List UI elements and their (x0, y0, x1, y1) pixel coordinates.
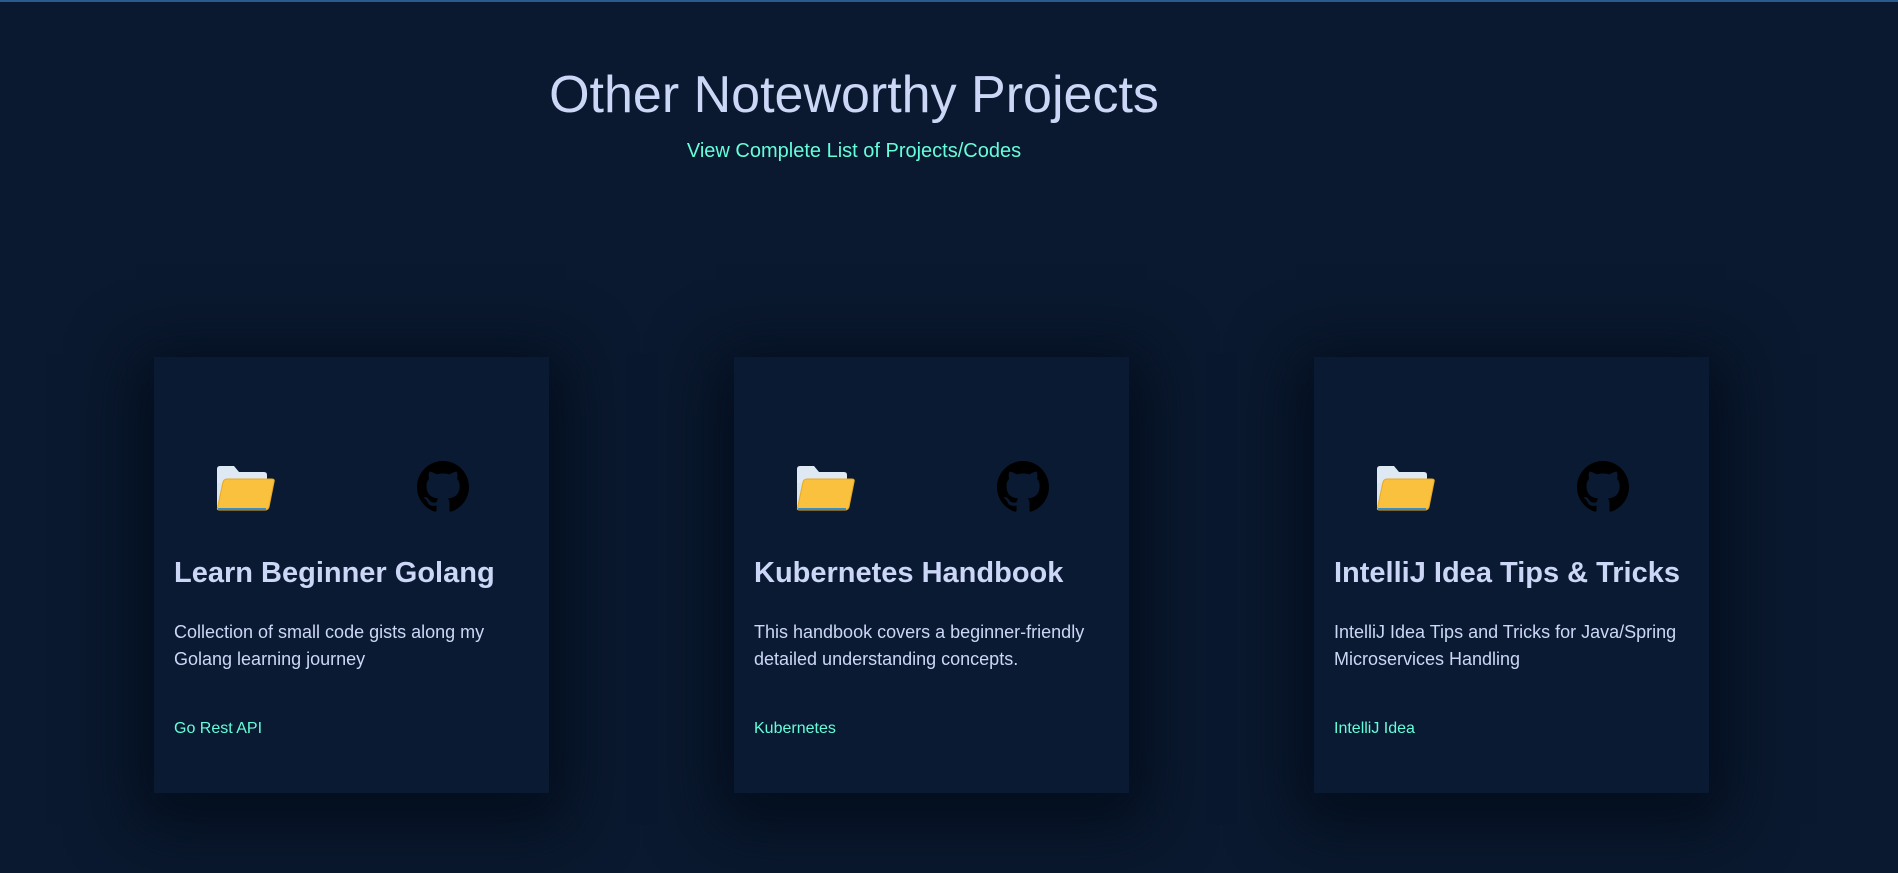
section-title: Other Noteworthy Projects (549, 66, 1159, 124)
folder-icon (1376, 466, 1435, 511)
project-description: IntelliJ Idea Tips and Tricks for Java/S… (1334, 622, 1677, 669)
view-all-projects-link[interactable]: View Complete List of Projects/Codes (687, 140, 1021, 163)
folder-icon (216, 466, 275, 511)
top-border-line (0, 0, 1898, 2)
project-title: IntelliJ Idea Tips & Tricks (1334, 557, 1680, 589)
project-tech-tag[interactable]: IntelliJ Idea (1334, 720, 1415, 738)
project-card[interactable]: Kubernetes Handbook This handbook covers… (734, 357, 1129, 793)
github-icon[interactable] (1577, 461, 1629, 513)
project-tech-tag[interactable]: Go Rest API (174, 720, 262, 738)
project-title: Learn Beginner Golang (174, 557, 495, 589)
project-description: Collection of small code gists along my … (174, 622, 485, 669)
project-tech-tag[interactable]: Kubernetes (754, 720, 836, 738)
card-icons (1314, 459, 1709, 519)
project-card[interactable]: IntelliJ Idea Tips & Tricks IntelliJ Ide… (1314, 357, 1709, 793)
section-header: Other Noteworthy Projects View Complete … (0, 60, 1708, 163)
card-icons (154, 459, 549, 519)
github-icon[interactable] (997, 461, 1049, 513)
project-description: This handbook covers a beginner-friendly… (754, 622, 1085, 669)
folder-icon (796, 466, 855, 511)
project-card[interactable]: Learn Beginner Golang Collection of smal… (154, 357, 549, 793)
card-icons (734, 459, 1129, 519)
project-title: Kubernetes Handbook (754, 557, 1064, 589)
github-icon[interactable] (417, 461, 469, 513)
